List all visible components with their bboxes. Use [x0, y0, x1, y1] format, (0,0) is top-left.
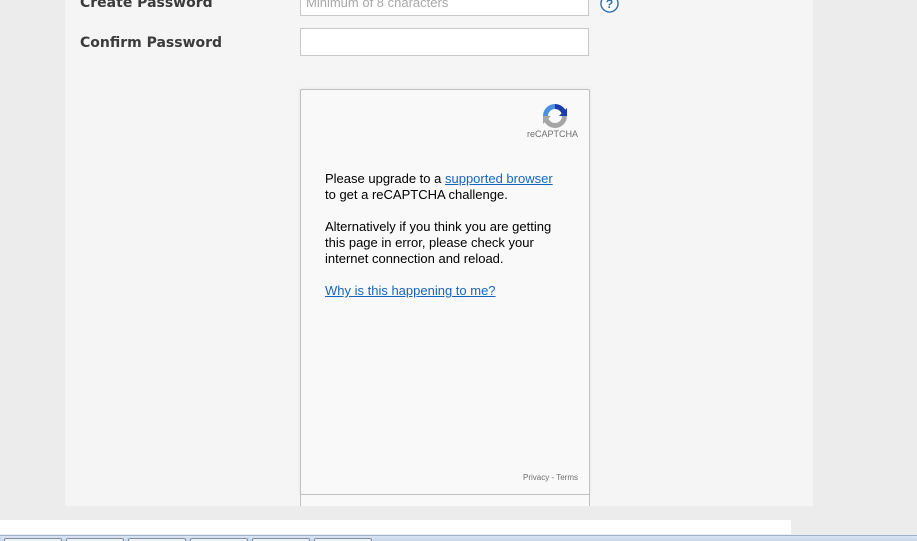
- svg-text:?: ?: [606, 0, 614, 11]
- next-field-box: [300, 494, 590, 506]
- privacy-link[interactable]: Privacy: [523, 473, 549, 482]
- why-happening-link[interactable]: Why is this happening to me?: [325, 283, 496, 298]
- confirm-password-label: Confirm Password: [80, 35, 223, 51]
- confirm-password-input[interactable]: [300, 28, 589, 56]
- create-password-input[interactable]: [300, 0, 589, 16]
- upgrade-prefix: Please upgrade to a: [325, 171, 445, 186]
- recaptcha-widget: reCAPTCHA Please upgrade to a supported …: [300, 89, 590, 495]
- recaptcha-footer: Privacy - Terms: [523, 473, 578, 482]
- upgrade-suffix: to get a reCAPTCHA challenge.: [325, 187, 508, 202]
- terms-link[interactable]: Terms: [556, 473, 578, 482]
- alternative-message: Alternatively if you think you are getti…: [325, 219, 552, 266]
- taskbar: [0, 535, 917, 541]
- recaptcha-logo-icon: [543, 104, 567, 128]
- upgrade-message: Please upgrade to a supported browser to…: [325, 171, 570, 203]
- create-password-label: Create Password: [80, 0, 213, 11]
- question-circle-icon[interactable]: ?: [600, 0, 619, 13]
- page: Create Password ? Confirm Password reCAP…: [0, 0, 917, 541]
- supported-browser-link[interactable]: supported browser: [445, 171, 553, 186]
- status-band: [0, 520, 791, 534]
- recaptcha-message: Please upgrade to a supported browser to…: [325, 171, 570, 315]
- recaptcha-brand-label: reCAPTCHA: [526, 129, 578, 139]
